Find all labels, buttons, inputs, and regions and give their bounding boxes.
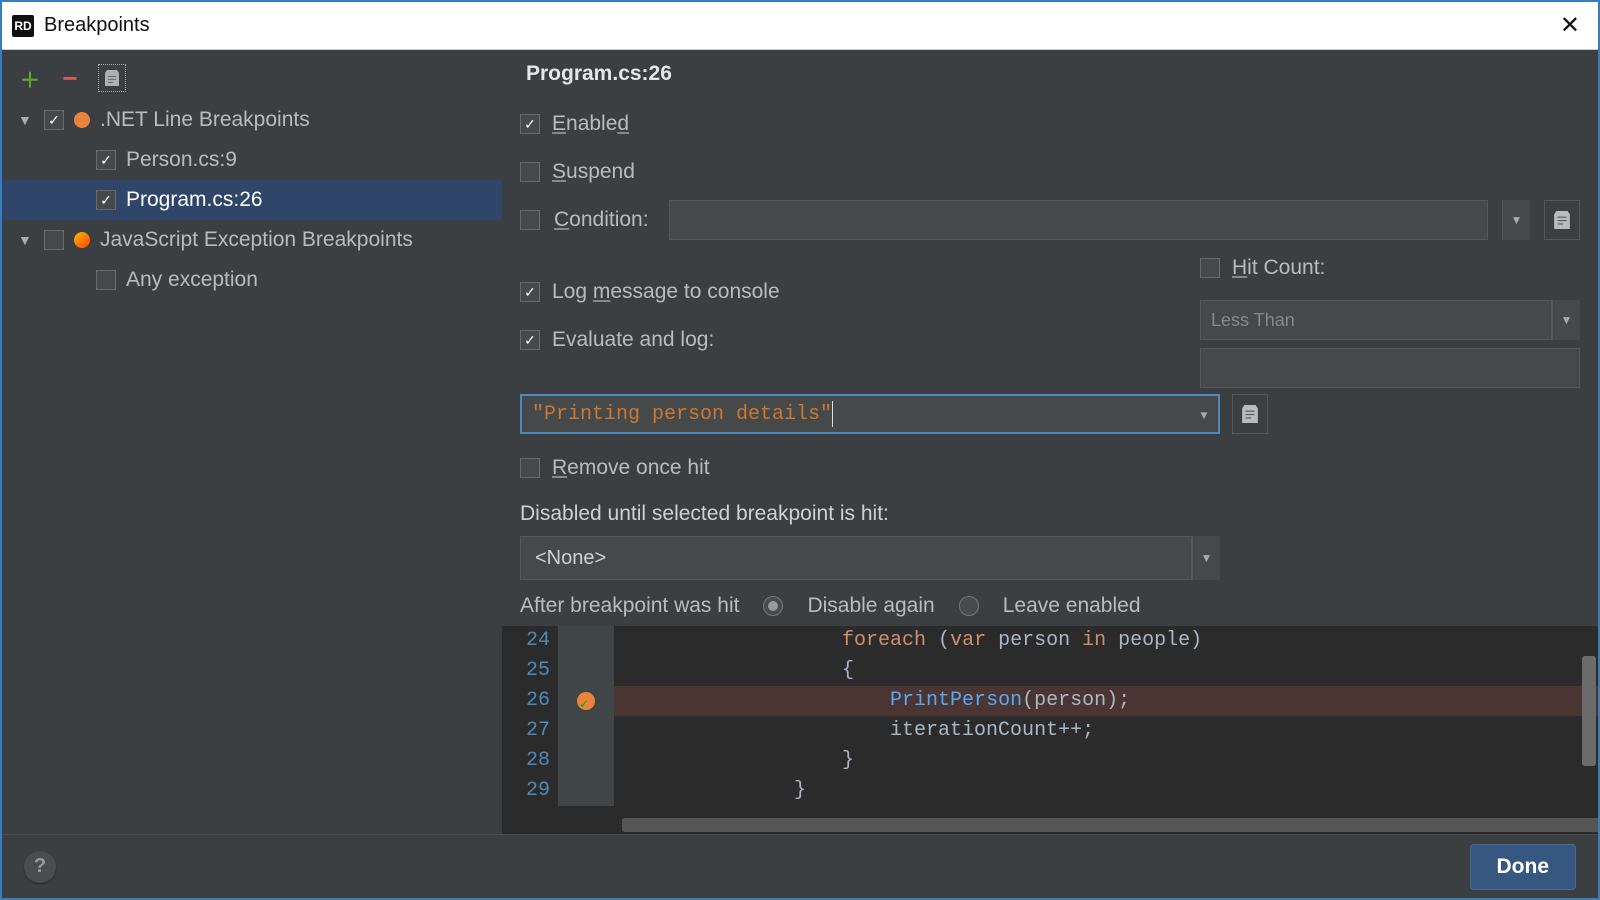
- evaluate-expression-input[interactable]: "Printing person details" ▼: [520, 394, 1220, 434]
- breakpoint-details-pane: Program.cs:26 Enabled Suspend Condition:…: [502, 50, 1598, 834]
- log-message-row[interactable]: Log message to console: [520, 268, 1160, 316]
- code-content: iterationCount++;: [614, 716, 1598, 746]
- gutter[interactable]: [558, 776, 614, 806]
- disabled-until-label: Disabled until selected breakpoint is hi…: [520, 502, 1580, 526]
- evaluate-row[interactable]: Evaluate and log:: [520, 316, 1160, 364]
- done-button[interactable]: Done: [1470, 844, 1577, 890]
- help-icon[interactable]: ?: [24, 851, 56, 883]
- code-content: }: [614, 776, 1598, 806]
- code-content: foreach (var person in people): [614, 626, 1598, 656]
- close-icon[interactable]: ✕: [1552, 7, 1588, 44]
- breakpoint-icon: [74, 112, 90, 128]
- line-number: 29: [502, 776, 558, 806]
- hit-count-checkbox[interactable]: [1200, 258, 1220, 278]
- group-checkbox[interactable]: [44, 110, 64, 130]
- code-content: }: [614, 746, 1598, 776]
- evaluate-checkbox[interactable]: [520, 330, 540, 350]
- hit-count-value-input[interactable]: [1200, 348, 1580, 388]
- line-number: 28: [502, 746, 558, 776]
- group-label: JavaScript Exception Breakpoints: [100, 228, 413, 252]
- condition-dropdown-icon[interactable]: ▼: [1502, 200, 1530, 240]
- hit-count-row[interactable]: Hit Count:: [1200, 244, 1580, 292]
- line-number: 27: [502, 716, 558, 746]
- evaluate-history-icon[interactable]: [1232, 394, 1268, 434]
- log-message-checkbox[interactable]: [520, 282, 540, 302]
- code-line: 24 foreach (var person in people): [502, 626, 1598, 656]
- remove-once-hit-row[interactable]: Remove once hit: [520, 444, 1580, 492]
- item-label: Any exception: [126, 268, 258, 292]
- line-number: 24: [502, 626, 558, 656]
- line-number: 26: [502, 686, 558, 716]
- tree-group[interactable]: ▼ JavaScript Exception Breakpoints: [2, 220, 502, 260]
- code-line: 26 PrintPerson(person);: [502, 686, 1598, 716]
- remove-breakpoint-icon[interactable]: −: [58, 66, 82, 90]
- disable-again-label: Disable again: [807, 594, 934, 618]
- tree-item[interactable]: Program.cs:26: [2, 180, 502, 220]
- tree-group[interactable]: ▼ .NET Line Breakpoints: [2, 100, 502, 140]
- suspend-checkbox[interactable]: [520, 162, 540, 182]
- chevron-down-icon[interactable]: ▼: [18, 112, 34, 128]
- code-line: 28 }: [502, 746, 1598, 776]
- tree-item[interactable]: Any exception: [2, 260, 502, 300]
- tree-toolbar: ＋ −: [2, 60, 502, 100]
- enabled-row[interactable]: Enabled: [520, 100, 1580, 148]
- chevron-down-icon[interactable]: ▼: [18, 232, 34, 248]
- gutter[interactable]: [558, 686, 614, 716]
- condition-checkbox[interactable]: [520, 210, 540, 230]
- item-checkbox[interactable]: [96, 150, 116, 170]
- window-title: Breakpoints: [44, 14, 150, 37]
- item-checkbox[interactable]: [96, 270, 116, 290]
- evaluate-dropdown-icon[interactable]: ▼: [1190, 396, 1218, 436]
- condition-input[interactable]: [669, 200, 1488, 240]
- gutter[interactable]: [558, 716, 614, 746]
- hit-count-operator-select[interactable]: Less Than: [1200, 300, 1552, 340]
- leave-enabled-label: Leave enabled: [1003, 594, 1141, 618]
- after-hit-label: After breakpoint was hit: [520, 594, 739, 618]
- breakpoint-title: Program.cs:26: [526, 62, 1580, 86]
- code-line: 27 iterationCount++;: [502, 716, 1598, 746]
- disabled-until-dropdown-icon[interactable]: ▼: [1192, 536, 1220, 580]
- remove-once-hit-checkbox[interactable]: [520, 458, 540, 478]
- item-label: Person.cs:9: [126, 148, 237, 172]
- line-number: 25: [502, 656, 558, 686]
- gutter[interactable]: [558, 656, 614, 686]
- code-line: 25 {: [502, 656, 1598, 686]
- disabled-until-select[interactable]: <None>: [520, 536, 1192, 580]
- code-preview[interactable]: 24 foreach (var person in people)25 {26 …: [502, 626, 1598, 834]
- code-content: {: [614, 656, 1598, 686]
- vertical-scrollbar[interactable]: [1582, 656, 1596, 766]
- button-bar: ? Done: [2, 834, 1598, 898]
- gutter[interactable]: [558, 626, 614, 656]
- item-checkbox[interactable]: [96, 190, 116, 210]
- disable-again-radio[interactable]: [763, 596, 783, 616]
- group-by-icon[interactable]: [98, 64, 126, 92]
- leave-enabled-radio[interactable]: [959, 596, 979, 616]
- item-label: Program.cs:26: [126, 188, 263, 212]
- add-breakpoint-icon[interactable]: ＋: [18, 66, 42, 90]
- tree-item[interactable]: Person.cs:9: [2, 140, 502, 180]
- breakpoints-tree[interactable]: ▼ .NET Line Breakpoints Person.cs:9 Program…: [2, 100, 502, 834]
- hit-count-operator-dropdown-icon[interactable]: ▼: [1552, 300, 1580, 340]
- gutter[interactable]: [558, 746, 614, 776]
- enabled-checkbox[interactable]: [520, 114, 540, 134]
- breakpoints-tree-pane: ＋ − ▼ .NET Line Breakpoints Person.cs:9 Pro…: [2, 50, 502, 834]
- after-hit-row: After breakpoint was hit Disable again L…: [520, 594, 1580, 618]
- condition-history-icon[interactable]: [1544, 200, 1580, 240]
- horizontal-scrollbar[interactable]: [622, 818, 1598, 832]
- group-checkbox[interactable]: [44, 230, 64, 250]
- condition-row: Condition: ▼: [520, 196, 1580, 244]
- code-content: PrintPerson(person);: [614, 686, 1598, 716]
- titlebar: RD Breakpoints ✕: [2, 2, 1598, 50]
- exception-icon: [74, 232, 90, 248]
- breakpoint-marker-icon[interactable]: [577, 692, 595, 710]
- code-line: 29 }: [502, 776, 1598, 806]
- suspend-row[interactable]: Suspend: [520, 148, 1580, 196]
- app-icon: RD: [12, 15, 34, 37]
- group-label: .NET Line Breakpoints: [100, 108, 310, 132]
